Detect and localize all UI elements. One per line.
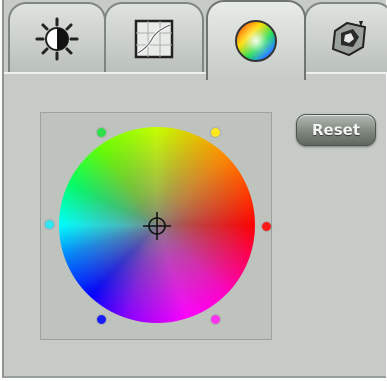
color-wheel-icon [232,17,280,65]
tab-brightness-contrast[interactable] [8,2,106,74]
image-effects-icon [327,17,371,61]
color-adjust-panel: Reset [2,0,387,378]
tab-color-balance[interactable] [206,0,306,80]
brightness-contrast-icon [34,16,80,62]
cyan-handle[interactable] [45,220,54,229]
tab-effects[interactable] [304,2,387,74]
red-handle[interactable] [262,222,271,231]
reset-button[interactable]: Reset [296,114,376,146]
tab-strip [4,0,387,80]
green-handle[interactable] [97,128,106,137]
tab-divider [4,72,387,74]
curves-graph-icon [132,17,176,61]
tab-curves[interactable] [104,2,204,74]
magenta-handle[interactable] [211,315,220,324]
blue-handle[interactable] [97,315,106,324]
crosshair-icon[interactable] [142,211,172,241]
color-wheel-area [40,112,272,340]
yellow-handle[interactable] [211,128,220,137]
